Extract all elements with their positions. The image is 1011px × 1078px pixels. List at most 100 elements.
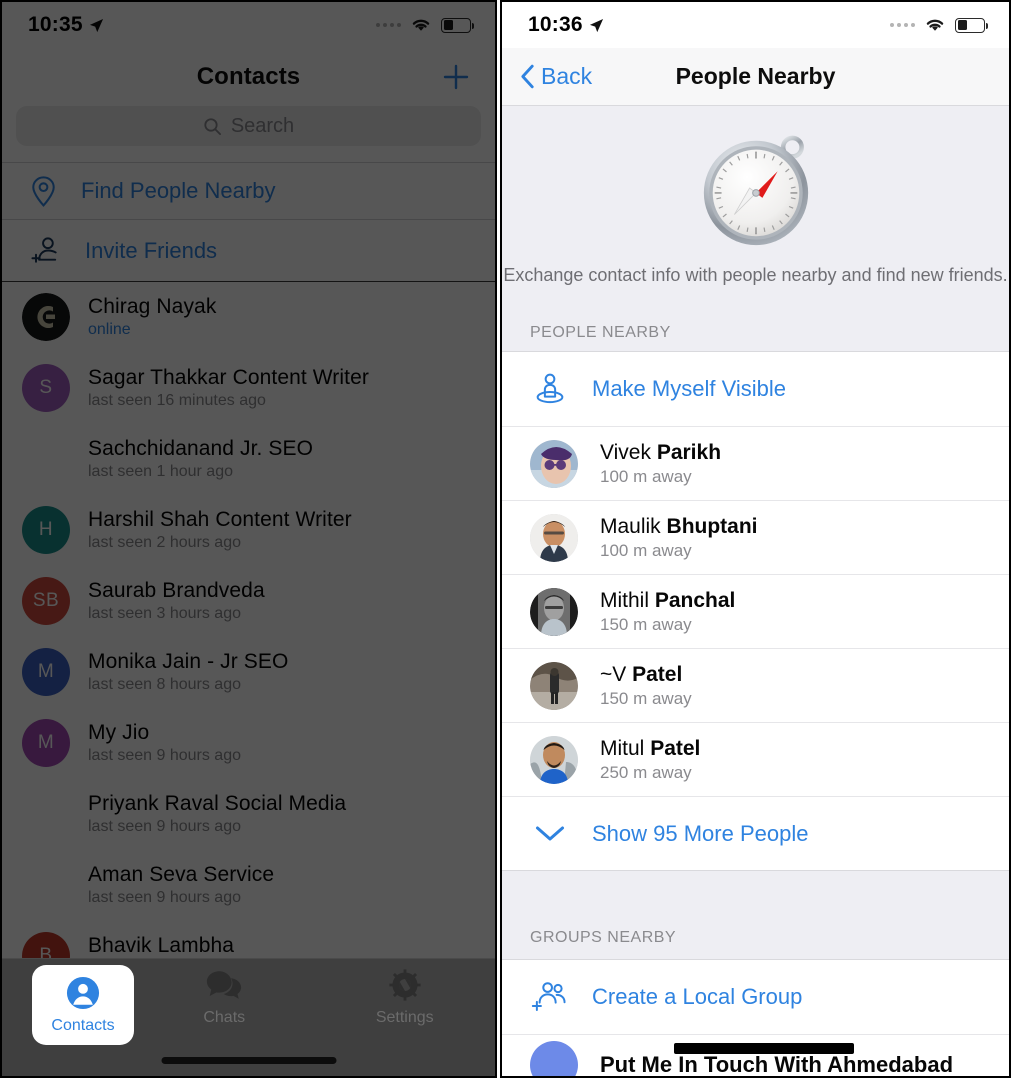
person-name: Mithil Panchal	[600, 588, 736, 612]
right-phone-screen: 10:36 Back People Nearby Exchange contac…	[500, 0, 1011, 1078]
contact-status: last seen 3 hours ago	[88, 605, 241, 622]
group-name: Put Me In Touch With Ahmedabad	[600, 1051, 954, 1077]
wifi-icon	[924, 17, 946, 33]
hero-description: Exchange contact info with people nearby…	[503, 265, 1008, 285]
contacts-nav-bar: Contacts	[2, 48, 495, 106]
people-nearby-section-header: PEOPLE NEARBY	[502, 306, 1009, 352]
chevron-left-icon	[520, 64, 535, 89]
left-status-bar: 10:35	[2, 2, 495, 48]
add-contact-button[interactable]	[441, 62, 471, 92]
group-text: Put Me In Touch With Ahmedabad	[600, 1051, 954, 1077]
contact-row[interactable]: S Sagar Thakkar Content Writer last seen…	[2, 353, 495, 424]
bottom-tab-bar: Contacts Chats Settings	[2, 958, 495, 1076]
person-row[interactable]: Vivek Parikh 100 m away	[502, 426, 1009, 500]
tab-settings-label: Settings	[375, 1009, 434, 1026]
tab-settings[interactable]: Settings	[315, 965, 496, 1027]
make-myself-visible-label: Make Myself Visible	[592, 376, 786, 402]
person-row[interactable]: ~V Patel 150 m away	[502, 648, 1009, 722]
left-phone-screen: 10:35 Contacts Search Find People Nearby…	[0, 0, 497, 1078]
status-bar-time-group: 10:36	[528, 13, 604, 37]
people-nearby-card: Make Myself Visible Vivek Parikh 100 m a…	[502, 351, 1009, 872]
person-circle-icon	[66, 973, 100, 1013]
contact-name: Saurab Brandveda	[88, 579, 265, 602]
search-input[interactable]: Search	[16, 106, 481, 146]
avatar: SB	[22, 577, 70, 625]
create-local-group-row[interactable]: Create a Local Group	[502, 960, 1009, 1034]
contact-name: Priyank Raval Social Media	[88, 792, 347, 815]
invite-friends-label: Invite Friends	[85, 237, 218, 263]
battery-icon	[955, 17, 989, 33]
contact-name: Aman Seva Service	[88, 863, 275, 886]
tab-chats[interactable]: Chats	[134, 965, 315, 1027]
status-bar-time-group: 10:35	[28, 13, 104, 37]
status-bar-indicators	[890, 17, 989, 33]
people-nearby-body: Exchange contact info with people nearby…	[502, 106, 1009, 1077]
section-gap	[502, 871, 1009, 930]
contacts-list: Chirag Nayak online S Sagar Thakkar Cont…	[2, 282, 495, 992]
avatar: H	[22, 506, 70, 554]
person-location-icon	[530, 370, 570, 408]
contact-row[interactable]: Chirag Nayak online	[2, 282, 495, 353]
contact-row[interactable]: H Harshil Shah Content Writer last seen …	[2, 495, 495, 566]
tab-contacts-label: Contacts	[51, 1017, 115, 1034]
find-people-nearby-row[interactable]: Find People Nearby	[2, 162, 495, 220]
compass-icon	[502, 128, 1009, 250]
contact-status: last seen 9 hours ago	[88, 889, 241, 906]
person-row[interactable]: Maulik Bhuptani 100 m away	[502, 500, 1009, 574]
group-row[interactable]: Put Me In Touch With Ahmedabad	[502, 1034, 1009, 1077]
contact-name: Sagar Thakkar Content Writer	[88, 366, 369, 389]
contact-row[interactable]: Aman Seva Service last seen 9 hours ago	[2, 850, 495, 921]
avatar: M	[22, 648, 70, 696]
back-label: Back	[541, 63, 593, 89]
location-arrow-icon	[589, 18, 604, 33]
status-time: 10:35	[28, 13, 83, 36]
contact-status: last seen 9 hours ago	[88, 747, 241, 764]
contact-row[interactable]: SB Saurab Brandveda last seen 3 hours ag…	[2, 566, 495, 637]
signal-dots-icon	[890, 23, 915, 27]
avatar	[530, 735, 578, 784]
signal-dots-icon	[376, 23, 401, 27]
person-text: Mitul Patel 250 m away	[600, 737, 700, 783]
person-distance: 100 m away	[600, 540, 692, 560]
avatar	[22, 790, 70, 838]
contact-text: Priyank Raval Social Media last seen 9 h…	[88, 792, 346, 836]
chat-bubbles-icon	[205, 965, 243, 1005]
person-row[interactable]: Mitul Patel 250 m away	[502, 722, 1009, 796]
contact-name: Bhavik Lambha	[88, 934, 235, 957]
screenshot-stage: 10:35 Contacts Search Find People Nearby…	[0, 0, 1011, 1078]
avatar	[22, 861, 70, 909]
contact-text: Aman Seva Service last seen 9 hours ago	[88, 863, 274, 907]
contact-text: Sachchidanand Jr. SEO last seen 1 hour a…	[88, 437, 313, 481]
make-myself-visible-row[interactable]: Make Myself Visible	[502, 352, 1009, 426]
contact-row[interactable]: Priyank Raval Social Media last seen 9 h…	[2, 779, 495, 850]
tab-chats-label: Chats	[203, 1009, 246, 1026]
avatar	[22, 435, 70, 483]
find-people-nearby-label: Find People Nearby	[81, 178, 276, 203]
contact-row[interactable]: Sachchidanand Jr. SEO last seen 1 hour a…	[2, 424, 495, 495]
contact-text: Saurab Brandveda last seen 3 hours ago	[88, 579, 265, 623]
contact-text: My Jio last seen 9 hours ago	[88, 721, 241, 765]
show-more-people-row[interactable]: Show 95 More People	[502, 796, 1009, 870]
contact-name: Chirag Nayak	[88, 295, 217, 318]
gear-icon	[388, 965, 422, 1005]
invite-friends-row[interactable]: Invite Friends	[2, 220, 495, 282]
person-row[interactable]: Mithil Panchal 150 m away	[502, 574, 1009, 648]
person-text: Maulik Bhuptani 100 m away	[600, 515, 758, 561]
tab-contacts[interactable]: Contacts	[32, 965, 134, 1045]
contact-text: Harshil Shah Content Writer last seen 2 …	[88, 508, 352, 552]
back-button[interactable]: Back	[502, 63, 592, 90]
avatar	[530, 513, 578, 562]
person-distance: 250 m away	[600, 762, 692, 782]
contact-row[interactable]: M Monika Jain - Jr SEO last seen 8 hours…	[2, 637, 495, 708]
search-icon	[203, 117, 222, 136]
person-distance: 150 m away	[600, 614, 692, 634]
search-placeholder: Search	[230, 114, 295, 137]
avatar	[22, 293, 70, 341]
home-indicator	[161, 1057, 336, 1064]
wifi-icon	[410, 17, 432, 33]
contact-row[interactable]: M My Jio last seen 9 hours ago	[2, 708, 495, 779]
person-add-icon	[30, 235, 61, 266]
contact-name: My Jio	[88, 721, 150, 744]
contact-name: Harshil Shah Content Writer	[88, 508, 352, 531]
location-pin-icon	[30, 175, 57, 208]
